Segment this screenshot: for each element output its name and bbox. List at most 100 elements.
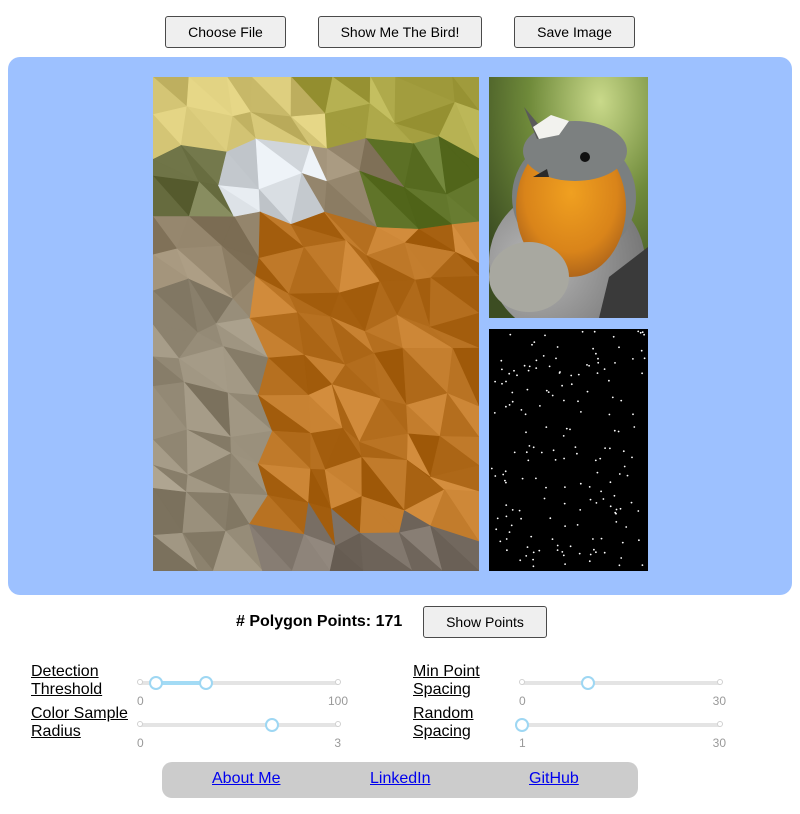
point-dot [525, 451, 528, 454]
point-dot [549, 517, 552, 520]
point-dot [509, 333, 512, 336]
point-dot [596, 372, 599, 374]
polygon-points-image [489, 329, 648, 571]
point-dot [505, 515, 508, 518]
point-dot [577, 373, 580, 376]
point-dot [511, 391, 514, 394]
low-poly-image [153, 77, 479, 571]
point-dot [538, 549, 541, 552]
point-dot [523, 364, 526, 367]
point-dot [596, 471, 599, 474]
point-dot [631, 456, 633, 459]
point-dot [505, 481, 507, 484]
point-dot [630, 501, 633, 504]
point-dot [641, 372, 643, 375]
choose-file-button[interactable]: Choose File [165, 16, 286, 48]
point-dot [589, 498, 592, 501]
point-dot [569, 428, 571, 431]
point-dot [505, 380, 507, 383]
point-dot [518, 509, 521, 512]
point-dot [604, 447, 606, 449]
point-dot [548, 365, 551, 368]
point-dot [533, 341, 536, 343]
point-dot [588, 364, 590, 367]
point-dot [519, 559, 522, 562]
point-dot [592, 538, 594, 540]
threshold-low-handle[interactable] [149, 676, 163, 690]
point-dot [539, 405, 541, 407]
color-sample-radius-slider[interactable]: 0 3 [136, 715, 342, 750]
save-image-button[interactable]: Save Image [514, 16, 635, 48]
point-dot [576, 452, 578, 455]
point-dot [532, 565, 535, 568]
point-dot [576, 524, 579, 526]
show-points-button[interactable]: Show Points [423, 606, 547, 638]
point-dot [615, 512, 617, 515]
point-dot [609, 481, 612, 484]
point-dot [511, 509, 514, 511]
point-dot [563, 457, 565, 460]
point-dot [505, 405, 507, 408]
point-dot [545, 426, 548, 428]
point-dot [586, 364, 588, 366]
point-dot [563, 399, 565, 402]
point-dot [603, 368, 606, 370]
threshold-high-handle[interactable] [199, 676, 213, 690]
color-sample-radius-label: Color Sample Radius [31, 705, 128, 740]
point-dot [623, 465, 626, 468]
point-dot [626, 474, 629, 477]
point-dot [495, 528, 498, 531]
point-dot [504, 470, 507, 473]
point-dot [562, 435, 565, 437]
point-dot [574, 446, 577, 448]
point-dot [592, 347, 594, 350]
random-spacing-label: Random Spacing [413, 705, 474, 740]
color-radius-handle[interactable] [265, 718, 279, 732]
point-dot [561, 551, 564, 553]
random-spacing-handle[interactable] [515, 718, 529, 732]
point-dot [532, 446, 535, 449]
point-dot [504, 479, 506, 482]
point-dot [526, 388, 529, 391]
point-dot [594, 459, 597, 462]
point-dot [494, 475, 497, 477]
point-dot [520, 517, 522, 520]
github-link[interactable]: GitHub [529, 770, 579, 788]
point-dot [561, 384, 563, 387]
point-dot [608, 379, 610, 382]
point-dot [612, 335, 615, 338]
point-dot [618, 346, 620, 349]
point-dot [521, 477, 524, 480]
point-dot [528, 365, 531, 368]
point-dot [544, 334, 546, 337]
about-me-link[interactable]: About Me [212, 770, 280, 788]
point-dot [513, 369, 515, 372]
point-dot [617, 430, 620, 433]
point-dot [510, 524, 513, 527]
point-dot [593, 330, 596, 333]
point-dot [556, 544, 559, 547]
point-dot [615, 508, 618, 511]
detection-threshold-range-slider[interactable]: 0 100 [136, 673, 348, 708]
random-spacing-slider[interactable]: 1 30 [515, 715, 726, 750]
point-dot [513, 451, 516, 454]
point-dot [506, 549, 508, 552]
point-dot [569, 545, 572, 548]
point-dot [588, 560, 591, 563]
footer-links-bar: About Me LinkedIn GitHub [162, 762, 638, 798]
point-dot [556, 346, 559, 348]
min-point-spacing-slider[interactable]: 0 30 [518, 673, 726, 708]
min-spacing-handle[interactable] [581, 676, 595, 690]
point-dot [599, 457, 602, 460]
point-dot [558, 372, 561, 374]
show-bird-button[interactable]: Show Me The Bird! [318, 16, 482, 48]
point-dot [505, 538, 508, 540]
point-dot [633, 426, 636, 428]
linkedin-link[interactable]: LinkedIn [370, 770, 431, 788]
point-dot [531, 343, 533, 346]
point-dot [602, 498, 605, 500]
point-dot [620, 399, 623, 402]
point-dot [643, 333, 645, 336]
point-dot [620, 557, 623, 559]
point-dot [597, 357, 599, 360]
